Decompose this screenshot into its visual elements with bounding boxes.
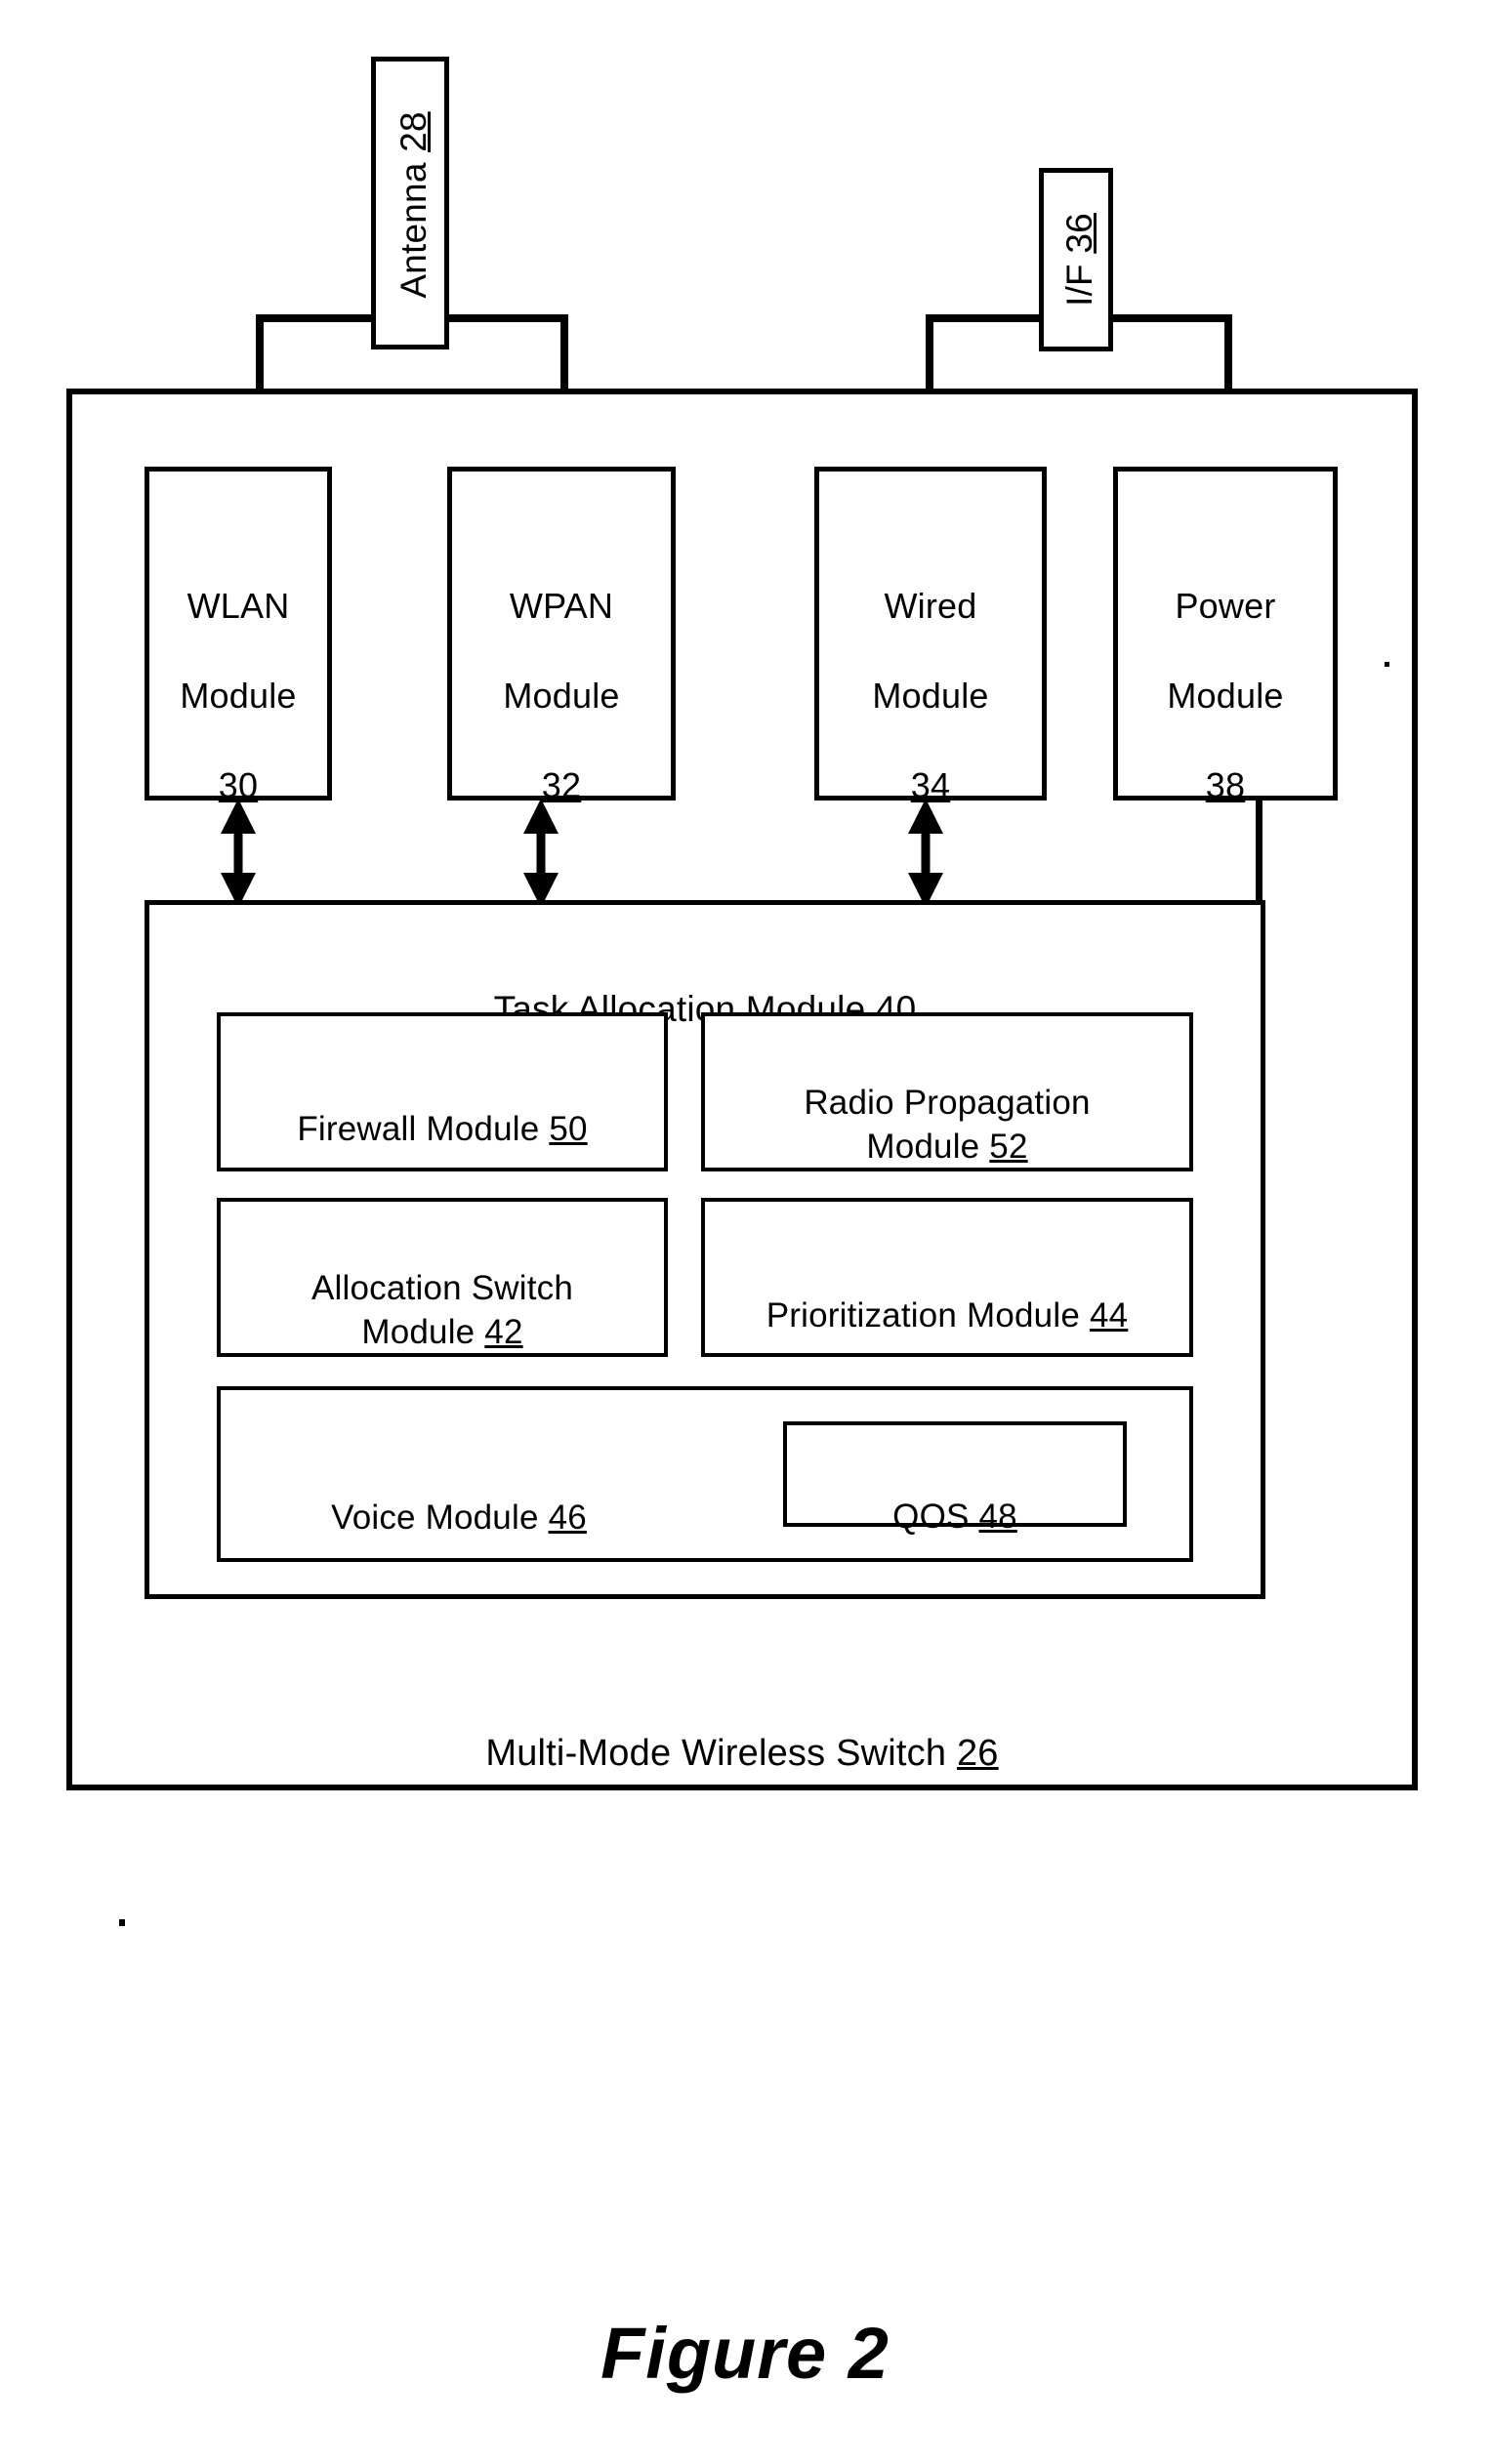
wired-module-line2: Module (872, 676, 989, 717)
qos-module-ref: 48 (978, 1497, 1017, 1536)
antenna-bracket-right-bar (445, 314, 568, 322)
antenna-bracket-left-bar (256, 314, 375, 322)
wpan-module-line1: WPAN (509, 586, 614, 627)
switch-title-text: Multi-Mode Wireless Switch (485, 1732, 947, 1774)
wlan-module-label: WLAN Module 30 (145, 539, 332, 808)
wpan-module-label: WPAN Module 32 (447, 539, 676, 808)
wired-task-arrow (908, 799, 943, 908)
interface-ref: 36 (1059, 213, 1099, 254)
wpan-task-arrow (523, 799, 559, 908)
power-module-line1: Power (1175, 586, 1276, 627)
prioritization-module-label-text: Prioritization Module (766, 1295, 1080, 1335)
prioritization-module-ref: 44 (1089, 1295, 1129, 1335)
firewall-module-label-text: Firewall Module (297, 1109, 540, 1148)
wired-module-line1: Wired (884, 586, 977, 627)
wlan-module-line1: WLAN (186, 586, 290, 627)
scan-artifact-speck-lower-left (119, 1919, 125, 1926)
wpan-module-line2: Module (503, 676, 620, 717)
interface-label: I/F 36 (1056, 150, 1099, 369)
wlan-module-line2: Module (180, 676, 297, 717)
antenna-ref: 28 (393, 111, 434, 152)
power-module-line2: Module (1167, 676, 1284, 717)
firewall-module-label: Firewall Module 50 (217, 1064, 668, 1152)
antenna-label: Antenna 28 (391, 59, 434, 351)
voice-module-label: Voice Module 46 (254, 1453, 664, 1540)
scan-artifact-speck (1385, 662, 1389, 667)
figure-caption: Figure 2 (0, 2312, 1490, 2395)
interface-bracket-right-bar (1109, 314, 1232, 322)
voice-module-label-text: Voice Module (331, 1498, 539, 1537)
voice-module-ref: 46 (548, 1498, 587, 1537)
switch-ref: 26 (956, 1732, 999, 1774)
interface-label-text: I/F (1059, 264, 1099, 307)
power-module-ref: 38 (1205, 765, 1246, 806)
interface-bracket-left-bar (926, 314, 1043, 322)
patent-figure-page: Antenna 28 I/F 36 WLAN Module 30 WPAN Mo… (0, 0, 1490, 2464)
radio-propagation-module-label-text: Radio Propagation Module (804, 1083, 1091, 1166)
wired-module-label: Wired Module 34 (814, 539, 1047, 808)
figure-caption-text: Figure 2 (600, 2313, 890, 2394)
qos-module-label-text: QOS (892, 1497, 970, 1536)
prioritization-module-label: Prioritization Module 44 (701, 1251, 1193, 1338)
multi-mode-wireless-switch-title: Multi-Mode Wireless Switch 26 (66, 1682, 1418, 1777)
qos-module-label: QOS 48 (783, 1452, 1127, 1540)
power-module-drop-line (1256, 801, 1262, 902)
allocation-switch-module-label-text: Allocation Switch Module (311, 1268, 573, 1351)
antenna-label-text: Antenna (393, 162, 434, 299)
firewall-module-ref: 50 (549, 1109, 588, 1148)
radio-propagation-module-ref: 52 (989, 1127, 1028, 1166)
radio-propagation-module-label: Radio Propagation Module 52 (701, 1038, 1193, 1169)
wlan-task-arrow (221, 799, 256, 908)
allocation-switch-module-label: Allocation Switch Module 42 (217, 1223, 668, 1354)
power-module-label: Power Module 38 (1113, 539, 1338, 808)
allocation-switch-module-ref: 42 (484, 1312, 523, 1351)
